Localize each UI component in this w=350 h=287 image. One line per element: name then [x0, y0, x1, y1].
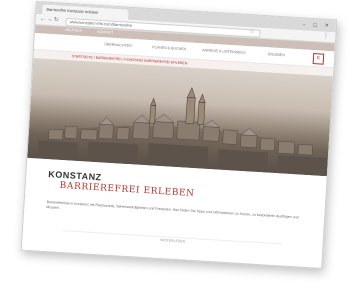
nav-item-uebernachten[interactable]: ÜBERNACHTEN [104, 42, 132, 48]
menu-icon[interactable]: ⋮ [322, 32, 329, 40]
hero-image [27, 57, 333, 177]
back-forward-icon[interactable]: ←→↻ [40, 15, 60, 23]
nav-item-planen[interactable]: PLANEN & BUCHEN [152, 45, 186, 51]
nav-item-anreise[interactable]: ANREISE & UNTERWEGS [202, 48, 246, 55]
site-logo-icon[interactable]: K [312, 53, 325, 65]
window-controls[interactable]: – ▢ ✕ [302, 21, 332, 29]
browser-window: Barrierefrei Konstanz erleben – ▢ ✕ ←→↻ … [20, 1, 338, 269]
read-more-link[interactable]: WEITERLESEN [23, 230, 323, 252]
main-content: KONSTANZ BARRIEREFREI ERLEBEN Barrierefr… [21, 158, 327, 269]
language-link[interactable]: DEUTSCH [65, 28, 82, 33]
photo-background: Barrierefrei Konstanz erleben – ▢ ✕ ←→↻ … [0, 0, 350, 287]
contact-link[interactable]: KONTAKT [97, 30, 113, 35]
star-icon[interactable]: ☆ [249, 28, 255, 35]
intro-text: Barrierefreiheit in Konstanz mit Restaur… [46, 200, 299, 220]
nav-item-erleben[interactable]: ERLEBEN [268, 52, 285, 57]
city-model-illustration [27, 87, 333, 177]
